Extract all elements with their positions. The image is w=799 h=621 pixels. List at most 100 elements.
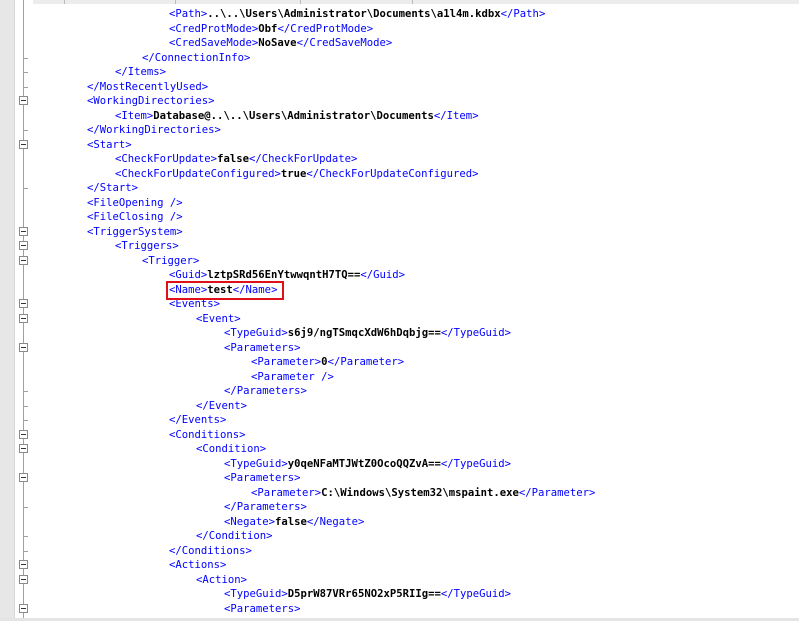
xml-tag: </ConnectionInfo> — [142, 51, 251, 64]
code-line[interactable]: <Parameters> — [224, 602, 301, 617]
code-line[interactable]: <TypeGuid>y0qeNFaMTJWtZ0OcoQQZvA==</Type… — [224, 457, 511, 472]
xml-tag: </Items> — [115, 66, 167, 78]
xml-tag: <Item> — [115, 109, 154, 122]
xml-editor-text-area[interactable]: <Path>..\..\Users\Administrator\Document… — [35, 0, 799, 621]
xml-tag: <TriggerSystem> — [87, 225, 183, 238]
fold-toggle-icon[interactable] — [19, 444, 28, 453]
fold-end-mark — [23, 72, 28, 73]
highlight-box — [166, 280, 284, 300]
fold-toggle-icon[interactable] — [19, 241, 28, 250]
xml-tag: </Item> — [433, 109, 479, 122]
xml-tag: <Actions> — [169, 559, 227, 571]
xml-tag: </CheckForUpdateConfigured> — [306, 167, 479, 180]
xml-tag: </Events> — [169, 414, 227, 426]
code-line[interactable]: <FileClosing /> — [87, 210, 183, 225]
xml-tag: </Start> — [87, 182, 139, 194]
xml-tag: <Event> — [196, 312, 241, 325]
code-line[interactable]: <Conditions> — [169, 428, 246, 443]
code-line[interactable]: <CheckForUpdate>false</CheckForUpdate> — [115, 152, 357, 167]
fold-margin[interactable] — [15, 0, 33, 621]
xml-text: D5prW87VRr65NO2xP5RIIg== — [287, 588, 441, 600]
fold-toggle-icon[interactable] — [19, 342, 28, 352]
code-line[interactable]: <Parameter>C:\Windows\System32\mspaint.e… — [251, 486, 595, 501]
xml-tag: <TypeGuid> — [224, 457, 288, 470]
code-line[interactable]: </Condition> — [196, 529, 273, 544]
code-line[interactable]: </Events> — [169, 413, 226, 428]
code-line[interactable]: <Trigger> — [142, 254, 199, 269]
xml-tag: </TypeGuid> — [440, 588, 512, 600]
fold-end-mark — [23, 57, 28, 59]
xml-tag: </Parameters> — [224, 501, 307, 513]
xml-tag: </Parameter> — [518, 486, 596, 499]
xml-text: Obf — [258, 22, 278, 35]
fold-toggle-icon[interactable] — [19, 603, 28, 613]
fold-end-mark — [23, 420, 28, 421]
xml-tag: <CredSaveMode> — [169, 37, 259, 49]
code-line[interactable]: <Condition> — [196, 442, 266, 457]
xml-tag: </Event> — [196, 399, 248, 412]
xml-text: C:\Windows\System32\mspaint.exe — [321, 486, 519, 499]
xml-tag: </Negate> — [306, 515, 365, 528]
fold-end-mark — [23, 405, 28, 407]
fold-toggle-icon[interactable] — [19, 313, 28, 323]
xml-text: ..\..\Users\Administrator\Documents\a1l4… — [207, 8, 501, 20]
code-line[interactable]: <Event> — [196, 312, 241, 327]
line-number-margin[interactable] — [0, 0, 15, 621]
code-line[interactable]: <TypeGuid>s6j9/ngTSmqcXdW6hDqbjg==</Type… — [224, 326, 511, 341]
code-line[interactable]: <Actions> — [169, 558, 226, 573]
code-line[interactable]: <Item>Database@..\..\Users\Administrator… — [115, 109, 479, 124]
code-line[interactable]: </Start> — [87, 181, 138, 196]
xml-tag: <Conditions> — [169, 428, 246, 441]
fold-toggle-icon[interactable] — [19, 473, 28, 482]
code-line[interactable]: </Items> — [115, 65, 166, 80]
fold-toggle-icon[interactable] — [19, 96, 28, 105]
xml-tag: </Guid> — [360, 269, 406, 281]
code-line[interactable]: <CheckForUpdateConfigured>true</CheckFor… — [115, 167, 479, 182]
xml-tag: <CredProtMode> — [169, 22, 259, 35]
fold-toggle-icon[interactable] — [19, 429, 28, 439]
code-line[interactable]: </Event> — [196, 399, 247, 414]
xml-text: false — [217, 153, 249, 165]
xml-tag: <FileOpening /> — [87, 196, 183, 209]
code-line[interactable]: <CredSaveMode>NoSave</CredSaveMode> — [169, 36, 392, 51]
code-line[interactable]: </WorkingDirectories> — [87, 123, 221, 138]
xml-tag: <Events> — [169, 298, 221, 310]
code-line[interactable]: </Parameters> — [224, 384, 307, 399]
fold-toggle-icon[interactable] — [19, 226, 28, 236]
xml-tag: <Guid> — [169, 269, 208, 281]
code-line[interactable]: <Triggers> — [115, 239, 179, 254]
code-line[interactable]: </ConnectionInfo> — [142, 51, 250, 66]
xml-text: s6j9/ngTSmqcXdW6hDqbjg== — [287, 327, 441, 339]
fold-end-mark — [23, 550, 28, 552]
fold-toggle-icon[interactable] — [19, 560, 28, 569]
xml-tag: </TypeGuid> — [440, 457, 512, 470]
code-line[interactable]: <Path>..\..\Users\Administrator\Document… — [169, 7, 545, 22]
fold-toggle-icon[interactable] — [19, 574, 28, 584]
fold-toggle-icon[interactable] — [19, 299, 28, 308]
code-line[interactable]: <Start> — [87, 138, 132, 153]
xml-tag: </CredProtMode> — [277, 22, 374, 35]
fold-toggle-icon[interactable] — [19, 139, 28, 149]
code-line[interactable]: <Parameter>0</Parameter> — [251, 355, 404, 370]
code-line[interactable]: </MostRecentlyUsed> — [87, 80, 208, 95]
code-line[interactable]: <Parameters> — [224, 471, 301, 486]
code-line[interactable]: <TypeGuid>D5prW87VRr65NO2xP5RIIg==</Type… — [224, 587, 511, 602]
xml-text: true — [280, 167, 307, 180]
code-line[interactable]: <Parameter /> — [251, 370, 334, 385]
xml-tag: <Path> — [169, 8, 208, 20]
code-line[interactable]: <Parameters> — [224, 341, 301, 356]
code-line[interactable]: </Parameters> — [224, 500, 307, 515]
xml-tag: <Negate> — [224, 515, 276, 528]
code-line[interactable]: </Conditions> — [169, 544, 252, 559]
fold-guide-line — [23, 0, 24, 621]
code-line[interactable]: <Action> — [196, 573, 247, 588]
code-line[interactable]: <WorkingDirectories> — [87, 94, 215, 109]
code-line[interactable]: <CredProtMode>Obf</CredProtMode> — [169, 22, 373, 37]
fold-toggle-icon[interactable] — [19, 255, 28, 265]
code-line[interactable]: <FileOpening /> — [87, 196, 183, 211]
code-line[interactable]: <Negate>false</Negate> — [224, 515, 364, 530]
xml-tag: <WorkingDirectories> — [87, 95, 215, 107]
fold-end-mark — [23, 86, 28, 88]
code-line[interactable]: <TriggerSystem> — [87, 225, 183, 240]
xml-tag: <Triggers> — [115, 240, 179, 252]
